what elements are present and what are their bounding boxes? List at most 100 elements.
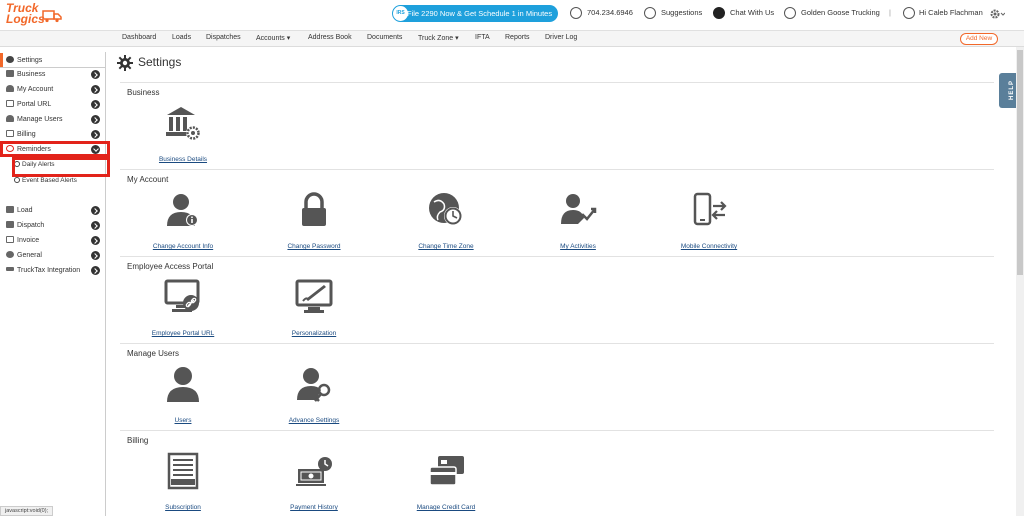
sidebar-item-business[interactable]: Business [0,67,105,82]
chevron-right-icon[interactable] [91,206,100,215]
chevron-right-icon[interactable] [91,85,100,94]
sidebar-subitem-label: Event Based Alerts [22,177,77,184]
company-name[interactable]: Golden Goose Trucking [801,8,880,17]
tile-users[interactable]: Users [128,364,238,424]
nav-truck-zone[interactable]: Truck Zone ▾ [418,34,459,42]
tile-label[interactable]: Change Password [259,243,369,250]
nav-accounts[interactable]: Accounts ▾ [256,34,290,42]
nav-ifta[interactable]: IFTA [475,34,490,41]
sidebar-item-label: Dispatch [17,222,45,229]
tile-personalization[interactable]: Personalization [259,277,369,337]
nav-dispatches[interactable]: Dispatches [206,34,241,41]
chevron-right-icon[interactable] [91,100,100,109]
status-bar: javascript:void(0); [0,506,54,516]
irs-badge-icon: IRS [393,6,408,21]
sidebar-item-manage-users[interactable]: Manage Users [0,112,105,127]
section-title-manage-users: Manage Users [127,349,180,358]
chevron-right-icon[interactable] [91,70,100,79]
sidebar-item-label: My Account [17,86,54,93]
user-info-icon [167,194,198,226]
sidebar-item-label: Invoice [17,237,40,244]
tile-label[interactable]: Change Account Info [128,243,238,250]
chevron-right-icon[interactable] [91,236,100,245]
monitor-link-icon [164,279,200,312]
title-divider [120,82,994,83]
gear-menu-icon[interactable] [989,8,1005,20]
tile-manage-credit-card[interactable]: Manage Credit Card [391,451,501,511]
sidebar-item-label: Manage Users [17,116,63,123]
sidebar-item-label: TruckTax Integration [17,267,81,274]
tile-advance-settings[interactable]: Advance Settings [259,364,369,424]
sidebar-header-settings[interactable]: Settings [0,53,105,68]
chevron-right-icon[interactable] [91,130,100,139]
sidebar-item-general[interactable]: General [0,248,105,263]
nav-driver-log[interactable]: Driver Log [545,34,577,41]
sidebar-item-my-account[interactable]: My Account [0,82,105,97]
tile-label[interactable]: Change Time Zone [391,243,501,250]
page-title: Settings [138,55,182,69]
tile-label[interactable]: My Activities [523,243,633,250]
credit-card-icon [429,456,464,486]
promo-banner[interactable]: IRS File 2290 Now & Get Schedule 1 in Mi… [392,5,558,22]
sidebar-item-billing[interactable]: Billing [0,127,105,142]
billing-icon [6,130,14,137]
add-new-button[interactable]: Add New [960,33,998,45]
chevron-right-icon[interactable] [91,115,100,124]
scrollbar-thumb[interactable] [1017,50,1023,275]
company-icon [784,7,796,19]
tile-subscription[interactable]: Subscription [128,451,238,511]
suggestions-link[interactable]: Suggestions [661,8,702,17]
tile-label[interactable]: Mobile Connectivity [654,243,764,250]
tile-change-password[interactable]: Change Password [259,190,369,250]
tile-change-time-zone[interactable]: Change Time Zone [391,190,501,250]
sidebar-item-load[interactable]: Load [0,203,105,218]
tile-label[interactable]: Personalization [259,330,369,337]
section-divider [120,430,994,431]
sidebar-item-dispatch[interactable]: Dispatch [0,218,105,233]
tile-label[interactable]: Users [128,417,238,424]
tile-label[interactable]: Payment History [259,504,369,511]
sidebar-item-portal-url[interactable]: Portal URL [0,97,105,112]
nav-address-book[interactable]: Address Book [308,34,352,41]
tile-label[interactable]: Subscription [128,504,238,511]
chevron-right-icon[interactable] [91,266,100,275]
tile-change-account-info[interactable]: Change Account Info [128,190,238,250]
truck-logics-logo[interactable]: Truck Logics [6,1,62,27]
tile-label[interactable]: Manage Credit Card [391,504,501,511]
tile-my-activities[interactable]: My Activities [523,190,633,250]
tile-business-details[interactable]: Business Details [128,103,238,163]
section-title-business: Business [127,88,160,97]
help-tab[interactable]: HELP [999,73,1017,108]
user-greeting[interactable]: Hi Caleb Flachman [919,8,983,17]
phone-number[interactable]: 704.234.6946 [587,8,633,17]
nav-loads[interactable]: Loads [172,34,191,41]
tile-employee-portal-url[interactable]: Employee Portal URL [128,277,238,337]
help-label: HELP [1009,79,1016,101]
activity-chart-icon [561,194,597,224]
user-icon [6,85,14,92]
chevron-right-icon[interactable] [91,221,100,230]
nav-documents[interactable]: Documents [367,34,402,41]
tile-payment-history[interactable]: Payment History [259,451,369,511]
logo-text: Truck Logics [6,1,45,26]
promo-text: File 2290 Now & Get Schedule 1 in Minute… [407,9,553,18]
highlight-daily-alerts [12,157,110,177]
sidebar-item-invoice[interactable]: Invoice [0,233,105,248]
mobile-sync-icon [693,192,727,226]
users-icon [6,115,14,122]
bank-icon [6,70,14,77]
chat-icon [713,7,725,19]
chat-link[interactable]: Chat With Us [730,8,774,17]
sidebar-item-label: Business [17,71,46,78]
truck-icon [42,10,62,23]
tile-mobile-connectivity[interactable]: Mobile Connectivity [654,190,764,250]
tile-label[interactable]: Advance Settings [259,417,369,424]
sidebar-item-trucktax[interactable]: TruckTax Integration [0,263,105,278]
chevron-right-icon[interactable] [91,251,100,260]
nav-dashboard[interactable]: Dashboard [122,34,156,41]
tile-label[interactable]: Employee Portal URL [128,330,238,337]
cash-clock-icon [296,457,332,486]
nav-reports[interactable]: Reports [505,34,530,41]
tile-label[interactable]: Business Details [128,156,238,163]
sidebar-subitem-event-alerts[interactable]: Event Based Alerts [14,177,77,184]
